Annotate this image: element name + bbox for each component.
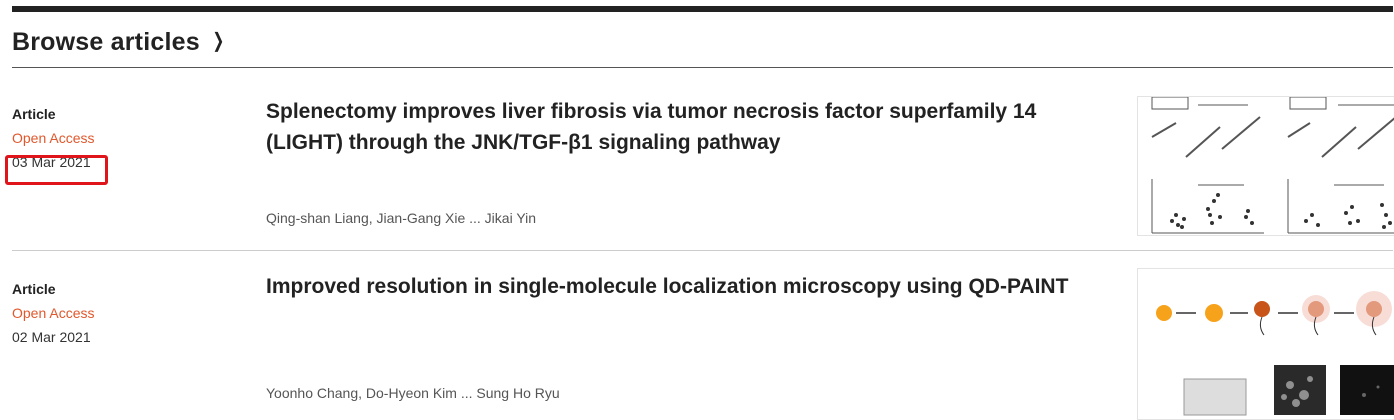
article-title-link[interactable]: Improved resolution in single-molecule l…: [266, 271, 1106, 302]
header-divider: [12, 67, 1393, 68]
publication-date: 02 Mar 2021: [12, 329, 91, 345]
figure-thumbnail-graphic: [1151, 97, 1394, 234]
article-authors: Yoonho Chang, Do-Hyeon Kim ... Sung Ho R…: [266, 385, 560, 401]
article-type: Article: [12, 106, 56, 122]
article-type: Article: [12, 281, 56, 297]
top-rule: [12, 6, 1393, 12]
article-meta: Article Open Access 03 Mar 2021: [5, 102, 212, 185]
article-title-link[interactable]: Splenectomy improves liver fibrosis via …: [266, 96, 1106, 158]
chevron-right-icon: ❯: [212, 30, 225, 52]
article-item: Article Open Access 03 Mar 2021 Splenect…: [5, 90, 1394, 250]
figure-thumbnail-graphic: [1156, 291, 1394, 416]
date-highlight-box: [5, 155, 108, 185]
browse-articles-link[interactable]: Browse articles ❯: [12, 22, 227, 62]
article-meta: Article Open Access 02 Mar 2021: [12, 277, 212, 349]
article-item: Article Open Access 02 Mar 2021 Improved…: [12, 265, 1394, 420]
open-access-badge: Open Access: [12, 130, 95, 146]
article-authors: Qing-shan Liang, Jian-Gang Xie ... Jikai…: [266, 210, 537, 226]
article-thumbnail[interactable]: [1137, 96, 1394, 236]
open-access-badge: Open Access: [12, 305, 95, 321]
browse-articles-page: Browse articles ❯ Article Open Access 03…: [0, 0, 1394, 420]
article-thumbnail[interactable]: [1137, 268, 1394, 420]
article-divider: [12, 250, 1393, 251]
section-title: Browse articles: [12, 27, 200, 56]
